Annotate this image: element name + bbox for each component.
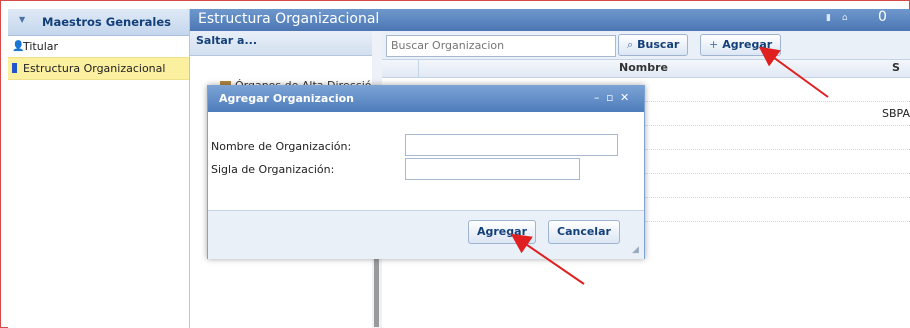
agregar-label: Agregar: [722, 38, 773, 51]
trash-icon[interactable]: ▮: [826, 13, 831, 23]
nav-item-label: Estructura Organizacional: [23, 62, 166, 75]
book-icon: [12, 63, 17, 73]
header-badge: 0: [878, 9, 887, 25]
plus-icon: +: [709, 38, 719, 51]
buscar-label: Buscar: [637, 38, 680, 51]
dialog-footer: Agregar Cancelar ◢: [208, 210, 644, 259]
nombre-label: Nombre de Organización:: [211, 140, 352, 153]
grid-toolbar: ⌕Buscar +Agregar: [382, 31, 910, 60]
dialog-title: Agregar Organizacion: [219, 92, 355, 105]
close-icon[interactable]: ✕: [620, 91, 629, 104]
grid-header: Nombre S: [382, 60, 910, 78]
main-panel-header: Estructura Organizacional ▮ ⌂ 0: [190, 9, 910, 31]
dialog-body: Nombre de Organización: Sigla de Organiz…: [208, 112, 644, 210]
column-sigla[interactable]: S: [892, 61, 900, 74]
left-panel: ▼ Maestros Generales 👤 Titular Estructur…: [8, 9, 190, 328]
home-icon[interactable]: ⌂: [842, 13, 848, 23]
agregar-button[interactable]: + Agregar: [700, 34, 782, 56]
minimize-icon[interactable]: –: [594, 91, 600, 104]
sigla-field[interactable]: [405, 158, 580, 180]
page-title: Estructura Organizacional: [198, 11, 380, 27]
nav-item-estructura[interactable]: Estructura Organizacional: [8, 57, 189, 80]
left-panel-header[interactable]: ▼ Maestros Generales: [8, 9, 189, 36]
search-icon: ⌕: [627, 38, 634, 51]
resize-grip-icon[interactable]: ◢: [632, 245, 639, 255]
row-number-column: [382, 60, 419, 77]
header-tools: ▮ ⌂: [826, 13, 856, 23]
nav-item-titular[interactable]: 👤 Titular: [8, 36, 189, 57]
table-cell-sigla: SBPA: [882, 107, 910, 120]
dialog-tools: – ▫ ✕: [591, 91, 629, 104]
buscar-button[interactable]: ⌕ Buscar: [618, 34, 689, 56]
column-nombre[interactable]: Nombre: [619, 61, 668, 74]
user-icon: 👤: [12, 41, 25, 52]
saltar-title: Saltar a...: [196, 34, 258, 47]
dialog-agregar-button[interactable]: Agregar: [468, 220, 536, 244]
maximize-icon[interactable]: ▫: [606, 91, 613, 104]
left-panel-title: Maestros Generales: [42, 15, 172, 29]
nombre-field[interactable]: [405, 134, 618, 156]
agregar-organizacion-dialog: Agregar Organizacion – ▫ ✕ Nombre de Org…: [207, 85, 645, 259]
sigla-label: Sigla de Organización:: [211, 163, 335, 176]
nav-item-label: Titular: [23, 40, 59, 53]
saltar-header: Saltar a...: [190, 31, 372, 56]
dialog-cancelar-button[interactable]: Cancelar: [548, 220, 620, 244]
search-input[interactable]: [386, 35, 616, 57]
chevron-down-icon[interactable]: ▼: [19, 15, 25, 24]
dialog-header[interactable]: Agregar Organizacion – ▫ ✕: [208, 86, 644, 112]
